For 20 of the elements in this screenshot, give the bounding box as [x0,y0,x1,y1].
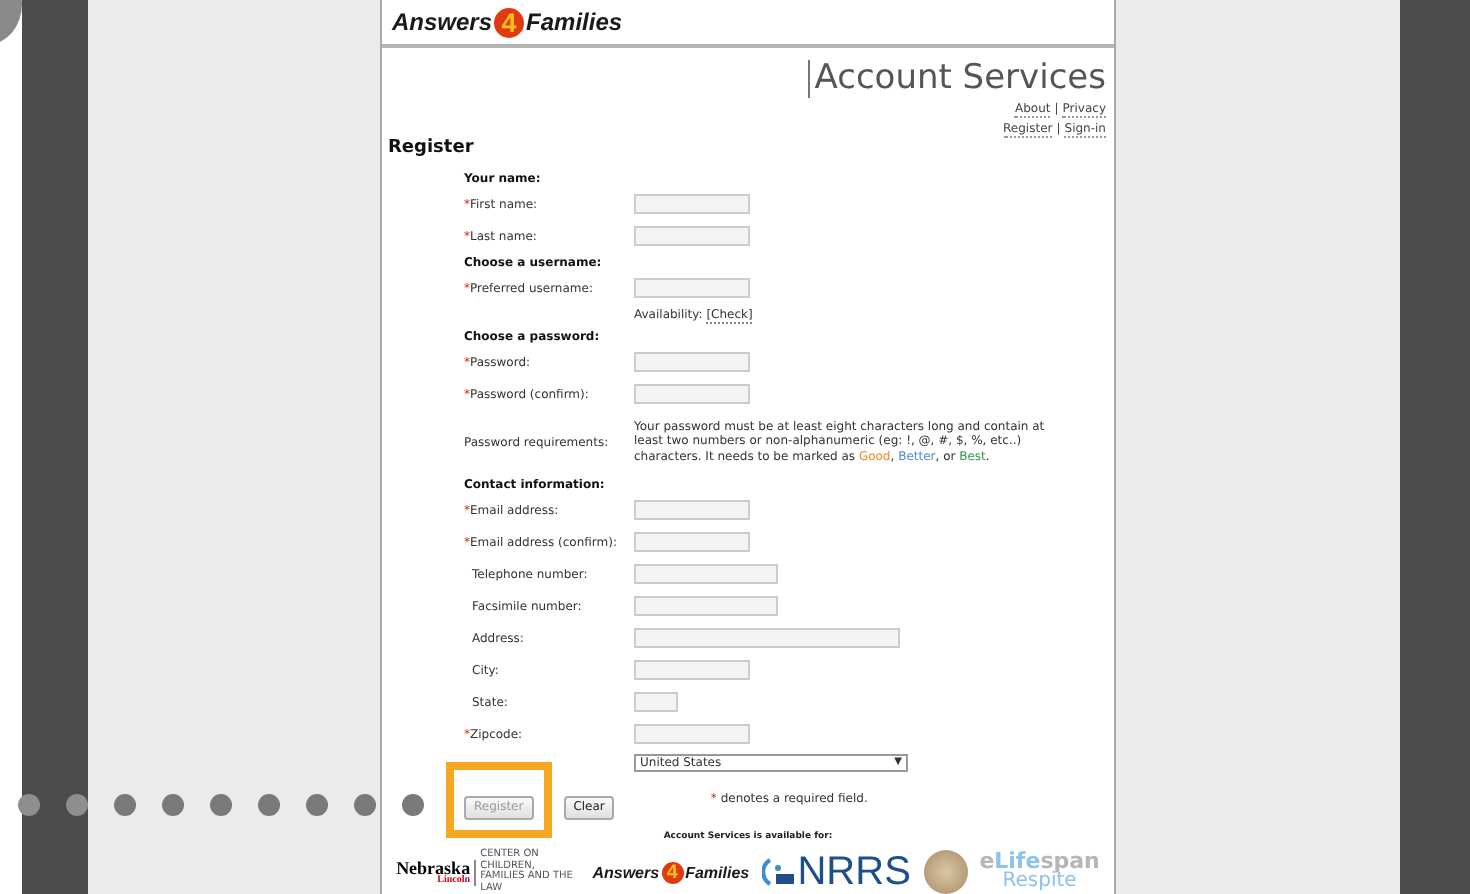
nrrs-logo: NRRS [761,849,911,894]
input-field[interactable] [634,194,750,214]
input-field[interactable] [634,352,750,372]
input-field[interactable] [634,278,750,298]
page-title: Account Services [808,60,1106,98]
input-field[interactable] [634,384,750,404]
input-field[interactable] [634,596,778,616]
input-field[interactable] [634,226,750,246]
input-field[interactable] [634,660,750,680]
input-field[interactable] [634,724,750,744]
seal-logo [923,850,968,894]
input-field[interactable] [634,532,750,552]
elifespan-respite-logo: eLifespan Respite [979,852,1100,892]
input-field[interactable] [634,564,778,584]
input-field[interactable] [634,500,750,520]
answers4families-logo: Answers 4 Families [592,861,750,883]
page-heading: Register [388,138,476,160]
input-field[interactable] [634,692,678,712]
input-field[interactable] [634,628,900,648]
answers4families-logo: Answers 4 Families [392,7,623,37]
